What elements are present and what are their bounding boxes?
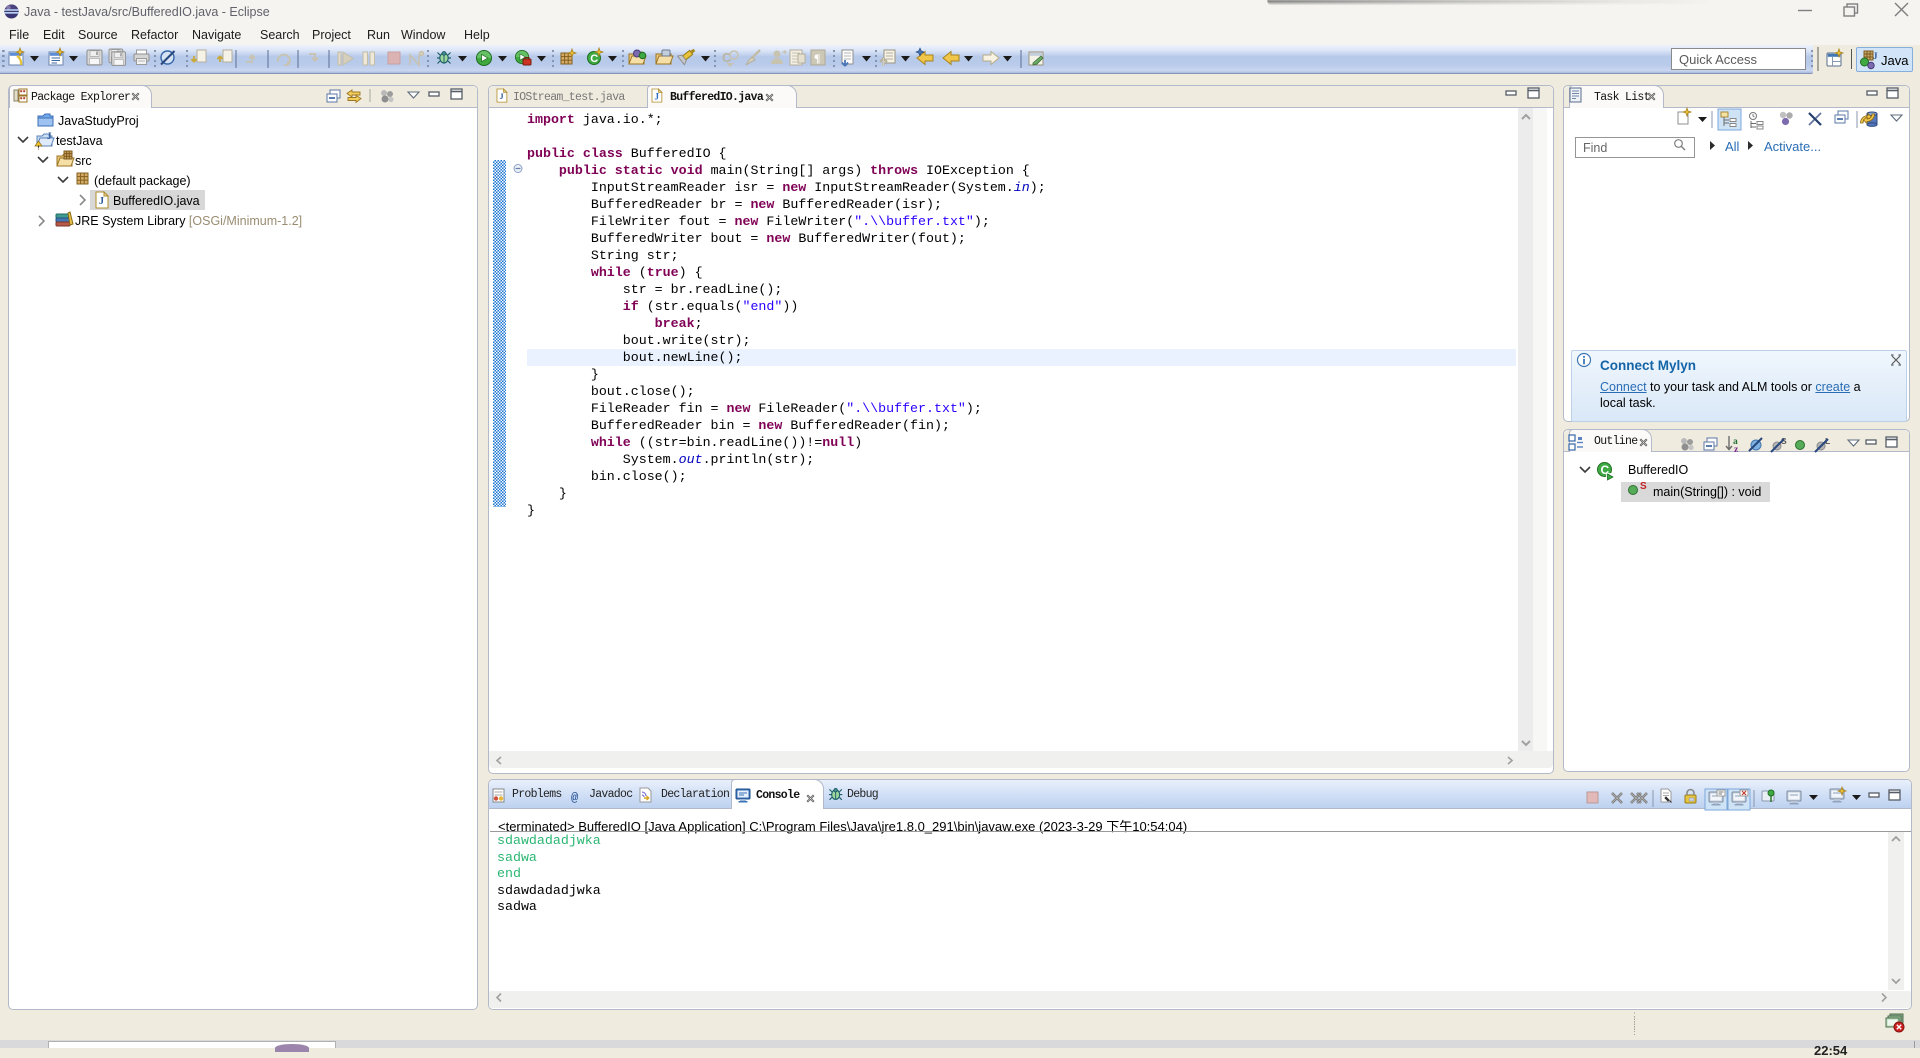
svg-text:C: C xyxy=(590,53,598,65)
svg-text:z: z xyxy=(1734,445,1739,455)
svg-text:S: S xyxy=(1640,481,1647,492)
svg-text:¶: ¶ xyxy=(814,51,820,65)
svg-text:J: J xyxy=(1873,51,1878,61)
svg-text:@: @ xyxy=(571,791,578,805)
svg-text:J: J xyxy=(654,91,659,101)
